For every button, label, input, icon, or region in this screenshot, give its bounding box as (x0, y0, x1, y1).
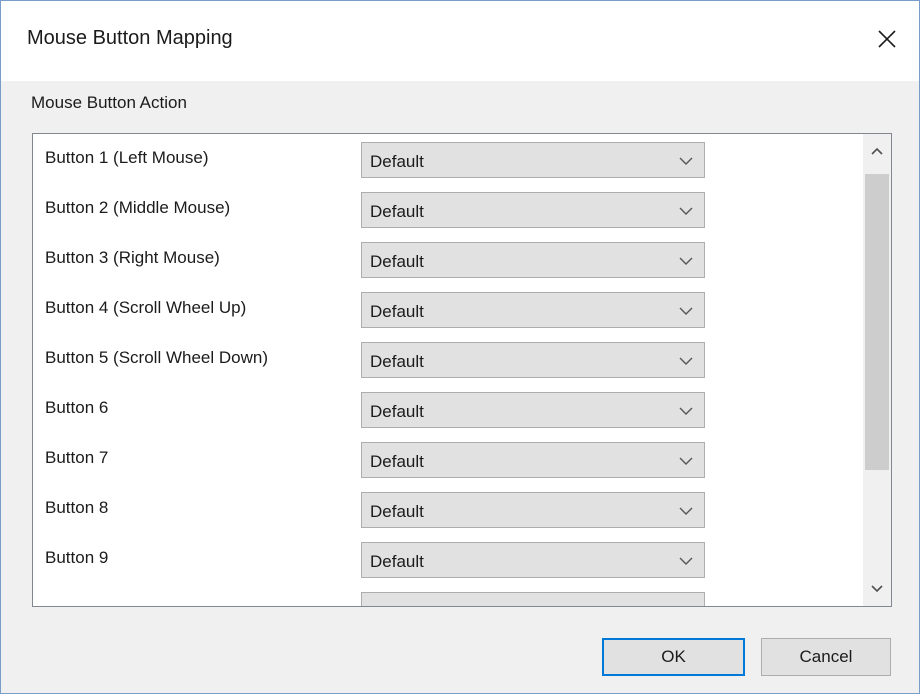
dropdown-value: Default (370, 302, 424, 321)
row-label: Button 6 (45, 398, 109, 417)
dropdown-value: Default (370, 552, 424, 571)
row-label: Button 7 (45, 448, 109, 467)
chevron-down-icon (679, 507, 693, 515)
mapping-row-button-3: Button 3 (Right Mouse) Default (33, 234, 863, 284)
scroll-up-arrow-icon (871, 147, 883, 155)
action-dropdown-button-8[interactable]: Default (361, 492, 705, 528)
row-label: Button 4 (Scroll Wheel Up) (45, 298, 247, 317)
mouse-button-mapping-dialog: Mouse Button Mapping Mouse Button Action… (0, 0, 920, 694)
section-label: Mouse Button Action (31, 93, 187, 112)
chevron-down-icon (679, 457, 693, 465)
dropdown-value: Default (370, 352, 424, 371)
action-dropdown-button-4[interactable]: Default (361, 292, 705, 328)
dialog-body: Mouse Button Action Button 1 (Left Mouse… (1, 81, 919, 693)
mapping-row-button-6: Button 6 Default (33, 384, 863, 434)
chevron-down-icon (679, 157, 693, 165)
mapping-row-button-5: Button 5 (Scroll Wheel Down) Default (33, 334, 863, 384)
mapping-row-button-4: Button 4 (Scroll Wheel Up) Default (33, 284, 863, 334)
row-label: Button 2 (Middle Mouse) (45, 198, 231, 217)
mapping-row-partial (33, 584, 863, 606)
dropdown-value: Default (370, 202, 424, 221)
mapping-row-button-1: Button 1 (Left Mouse) Default (33, 134, 863, 184)
dropdown-value: Default (370, 152, 424, 171)
close-icon (878, 30, 896, 48)
row-label: Button 8 (45, 498, 109, 517)
row-label: Button 1 (Left Mouse) (45, 148, 209, 167)
title-bar: Mouse Button Mapping (1, 1, 919, 81)
action-dropdown-button-9[interactable]: Default (361, 542, 705, 578)
action-dropdown-partial[interactable] (361, 592, 705, 606)
scroll-up-button[interactable] (863, 134, 891, 168)
mapping-row-button-8: Button 8 Default (33, 484, 863, 534)
mapping-list: Button 1 (Left Mouse) Default Button 2 (… (32, 133, 892, 607)
action-dropdown-button-2[interactable]: Default (361, 192, 705, 228)
scroll-thumb[interactable] (865, 174, 889, 470)
close-button[interactable] (869, 21, 905, 57)
dropdown-value: Default (370, 502, 424, 521)
chevron-down-icon (679, 407, 693, 415)
action-dropdown-button-3[interactable]: Default (361, 242, 705, 278)
vertical-scrollbar[interactable] (863, 134, 891, 606)
action-dropdown-button-5[interactable]: Default (361, 342, 705, 378)
chevron-down-icon (679, 557, 693, 565)
dropdown-value: Default (370, 252, 424, 271)
mapping-row-button-2: Button 2 (Middle Mouse) Default (33, 184, 863, 234)
row-label: Button 9 (45, 548, 109, 567)
chevron-down-icon (679, 357, 693, 365)
mapping-row-button-9: Button 9 Default (33, 534, 863, 584)
cancel-button[interactable]: Cancel (761, 638, 891, 676)
ok-button[interactable]: OK (602, 638, 745, 676)
scroll-down-arrow-icon (871, 585, 883, 593)
chevron-down-icon (679, 207, 693, 215)
row-label: Button 3 (Right Mouse) (45, 248, 220, 267)
action-dropdown-button-6[interactable]: Default (361, 392, 705, 428)
dropdown-value: Default (370, 402, 424, 421)
scroll-down-button[interactable] (863, 572, 891, 606)
dialog-title: Mouse Button Mapping (27, 27, 233, 49)
chevron-down-icon (679, 257, 693, 265)
dropdown-value: Default (370, 452, 424, 471)
mapping-row-button-7: Button 7 Default (33, 434, 863, 484)
action-dropdown-button-1[interactable]: Default (361, 142, 705, 178)
action-dropdown-button-7[interactable]: Default (361, 442, 705, 478)
row-label: Button 5 (Scroll Wheel Down) (45, 348, 268, 367)
chevron-down-icon (679, 307, 693, 315)
